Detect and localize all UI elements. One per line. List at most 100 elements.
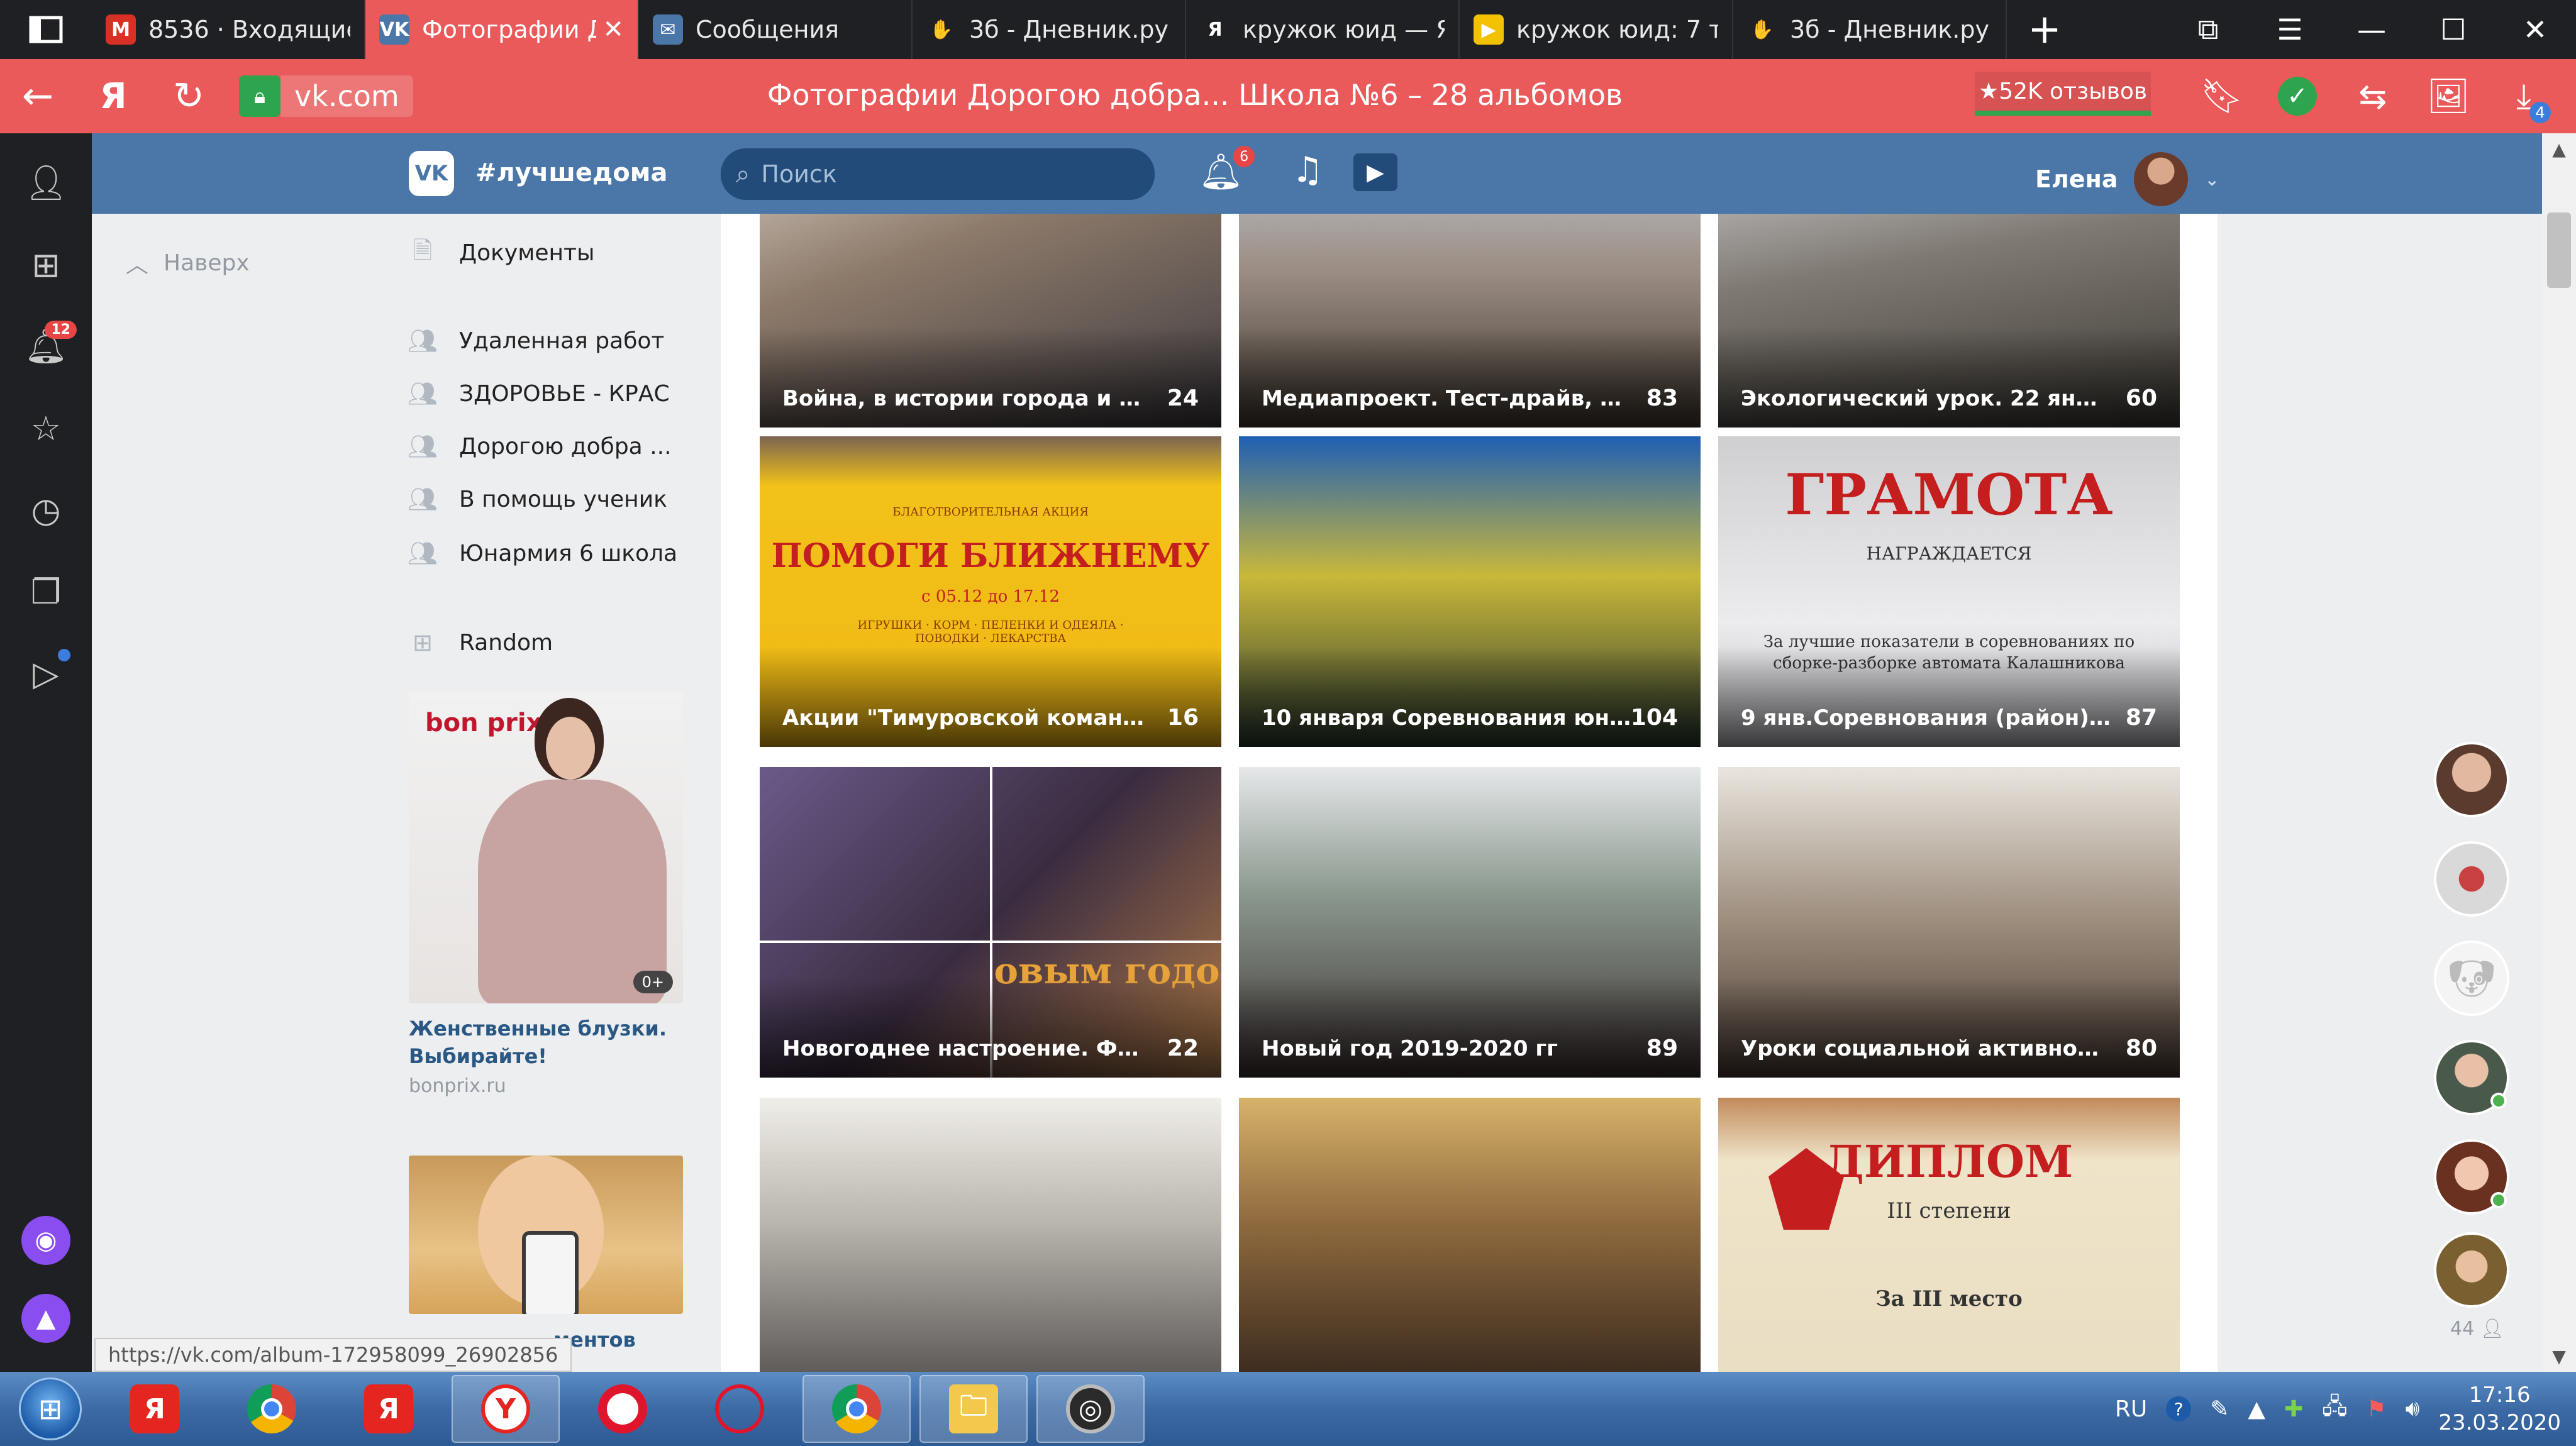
- album-card[interactable]: Новый год 2019-2020 гг 89: [1239, 767, 1701, 1078]
- album-card[interactable]: Экологический урок. 22 января ... 60: [1718, 214, 2180, 428]
- scroll-thumb[interactable]: [2547, 212, 2571, 288]
- help-icon[interactable]: ?: [2166, 1396, 2192, 1421]
- reviews-button[interactable]: ★52K отзывов: [1975, 72, 2151, 116]
- browser-tab[interactable]: ▶ кружок юид: 7 ть: [1460, 0, 1733, 59]
- page-scrollbar[interactable]: ▲ ▼: [2542, 133, 2576, 1372]
- search-icon: ⌕: [736, 160, 750, 189]
- menu-item[interactable]: 👥︎ Юнармия 6 школа: [408, 528, 704, 578]
- taskbar-opera-2[interactable]: [686, 1375, 794, 1443]
- vk-logo[interactable]: VK: [409, 151, 454, 196]
- album-card[interactable]: Война, в истории города и облас... 24: [760, 214, 1221, 428]
- taskbar-explorer[interactable]: 🗀︎: [919, 1375, 1028, 1443]
- yandex-y-icon: Y: [481, 1384, 530, 1433]
- album-card[interactable]: [760, 1098, 1221, 1372]
- vk-notifications-button[interactable]: 🔔︎ 6: [1199, 146, 1255, 192]
- sidebar-toggle-button[interactable]: [0, 0, 92, 59]
- screenshot-button[interactable]: 🖼︎: [2421, 69, 2475, 123]
- reload-button[interactable]: ↻: [151, 59, 226, 133]
- url-field[interactable]: 🔒︎ vk.com: [239, 72, 413, 121]
- maximize-button[interactable]: ☐: [2412, 0, 2494, 59]
- tab-close-button[interactable]: ✕: [602, 15, 624, 44]
- friend-avatar[interactable]: [2434, 742, 2509, 817]
- music-note-icon: ♫: [1292, 150, 1324, 190]
- menu-item[interactable]: 👥︎ ЗДОРОВЬЕ - КРАС: [408, 368, 704, 419]
- taskbar-opera-1[interactable]: [569, 1375, 677, 1443]
- action-center-icon[interactable]: ⚑: [2366, 1396, 2386, 1422]
- downloads-button[interactable]: ⤓ 4: [2497, 69, 2551, 123]
- taskbar-yandex-2[interactable]: Я: [335, 1375, 443, 1443]
- browser-tab[interactable]: ✋ 3б - Дневник.ру: [913, 0, 1186, 59]
- menu-item[interactable]: 👥︎ В помощь ученик: [408, 474, 704, 524]
- protect-button[interactable]: ✓: [2270, 69, 2324, 123]
- vk-music-button[interactable]: ♫: [1292, 150, 1323, 190]
- clock[interactable]: 17:16 23.03.2020: [2438, 1381, 2561, 1437]
- new-tab-button[interactable]: +: [2007, 0, 2082, 59]
- album-card[interactable]: ГРАМОТА НАГРАЖДАЕТСЯ За лучшие показатели …: [1718, 436, 2180, 747]
- dock-notifications[interactable]: 🔔︎ 12: [24, 321, 77, 368]
- dock-video[interactable]: ▷: [24, 649, 70, 695]
- dock-bookmarks[interactable]: ☆: [24, 406, 68, 450]
- album-card[interactable]: овым годоНовогоднее настроение. Фоток...…: [760, 767, 1221, 1078]
- ad-banner-bonprix[interactable]: bon prix 0+: [409, 692, 683, 1003]
- ad-link[interactable]: bonprix.ru: [409, 1075, 506, 1097]
- bookmark-button[interactable]: 🔖︎: [2195, 69, 2249, 123]
- browser-tab[interactable]: ✉ Сообщения: [639, 0, 913, 59]
- friend-avatar[interactable]: [2434, 841, 2509, 917]
- taskbar-yandex-active[interactable]: Y: [452, 1375, 560, 1443]
- yandex-disk-icon[interactable]: ✚: [2284, 1396, 2303, 1422]
- dock-services[interactable]: ⊞: [24, 243, 68, 287]
- album-card[interactable]: [1239, 1098, 1701, 1372]
- ad-banner-second[interactable]: [409, 1156, 683, 1314]
- album-card[interactable]: 10 января Соревнования юнар... 104: [1239, 436, 1701, 747]
- browser-tab[interactable]: M 8536 · Входящие: [92, 0, 365, 59]
- network-icon[interactable]: 🖧︎: [2322, 1390, 2347, 1428]
- yandex-button[interactable]: Я: [75, 59, 151, 133]
- vk-user-menu[interactable]: Елена ⌄: [2035, 152, 2219, 206]
- album-card[interactable]: БЛАГОТВОРИТЕЛЬНАЯ АКЦИЯ ПОМОГИ БЛИЖНЕМУ с …: [760, 436, 1221, 747]
- scroll-down-arrow[interactable]: ▼: [2542, 1340, 2576, 1372]
- scroll-up-arrow[interactable]: ▲: [2542, 133, 2576, 165]
- language-indicator[interactable]: RU: [2115, 1396, 2147, 1422]
- pen-icon[interactable]: ✎: [2210, 1396, 2229, 1422]
- opera-outline-icon: [715, 1384, 764, 1433]
- taskbar-camera[interactable]: ◎: [1036, 1375, 1145, 1443]
- menu-item[interactable]: 👥︎ Удаленная работ: [408, 316, 704, 366]
- friends-online-count[interactable]: 44 👤︎: [2450, 1318, 2504, 1340]
- menu-item[interactable]: 👥︎ Дорогою добра ...: [408, 421, 704, 472]
- friend-avatar[interactable]: 🐶︎: [2434, 941, 2509, 1016]
- browser-tab[interactable]: VK Фотографии Д ✕: [365, 0, 639, 59]
- vk-play-button[interactable]: ▶: [1353, 153, 1397, 191]
- taskbar-chrome-1[interactable]: [218, 1375, 326, 1443]
- vk-hashtag[interactable]: #лучшедома: [475, 158, 667, 187]
- browser-tab[interactable]: Якружок юид — Я: [1186, 0, 1460, 59]
- poster-title: ПОМОГИ БЛИЖНЕМУ: [771, 537, 1210, 575]
- start-button[interactable]: ⊞: [0, 1372, 101, 1446]
- menu-button[interactable]: ☰: [2249, 0, 2331, 59]
- minimize-button[interactable]: —: [2331, 0, 2412, 59]
- album-card[interactable]: Уроки социальной активности. 80: [1718, 767, 2180, 1078]
- dock-alice-assistant[interactable]: ▲: [21, 1294, 70, 1343]
- browser-tab[interactable]: ✋ 3б - Дневник.ру: [1733, 0, 2007, 59]
- volume-icon[interactable]: 🔊︎: [2406, 1396, 2420, 1422]
- friend-avatar[interactable]: [2434, 1232, 2509, 1308]
- taskbar-chrome-2[interactable]: [802, 1375, 911, 1443]
- search-input[interactable]: [761, 160, 1114, 188]
- back-button[interactable]: ←: [0, 59, 75, 133]
- album-card[interactable]: ДИПЛОМ III степени За III место: [1718, 1098, 2180, 1372]
- ad-title[interactable]: Женственные блузки. Выбирайте!: [409, 1015, 686, 1070]
- dock-history[interactable]: ◷: [24, 488, 68, 532]
- back-to-top-button[interactable]: ︿ Наверх: [126, 246, 250, 279]
- friend-avatar[interactable]: [2434, 1139, 2509, 1215]
- taskbar-yandex-1[interactable]: Я: [101, 1375, 209, 1443]
- album-card[interactable]: Медиапроект. Тест-драйв, фест... 83: [1239, 214, 1701, 428]
- dock-profile[interactable]: 👤︎: [24, 161, 68, 205]
- dock-alice-app[interactable]: ◉: [21, 1216, 70, 1265]
- menu-item[interactable]: 🗎 Документы: [409, 228, 704, 278]
- collections-button[interactable]: ⧉: [2167, 0, 2249, 59]
- show-hidden-icons[interactable]: ▲: [2248, 1396, 2265, 1422]
- friend-avatar[interactable]: [2434, 1040, 2509, 1115]
- dock-collections[interactable]: ❐: [24, 570, 68, 614]
- translate-button[interactable]: ⇆: [2346, 69, 2400, 123]
- close-window-button[interactable]: ✕: [2494, 0, 2576, 59]
- menu-item[interactable]: ⊞ Random: [409, 617, 704, 668]
